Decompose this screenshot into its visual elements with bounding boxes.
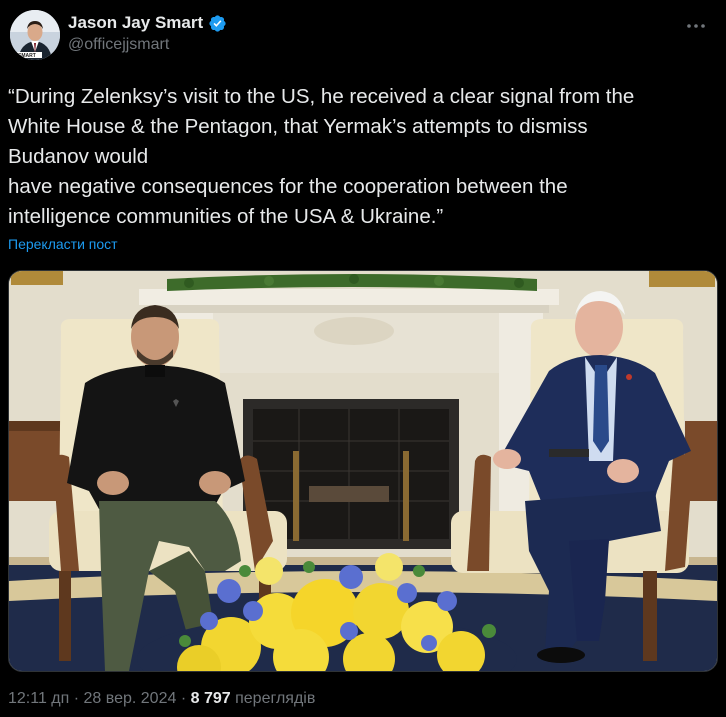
- tweet-photo[interactable]: [8, 270, 718, 672]
- views-count: 8 797: [190, 690, 231, 707]
- avatar-caption: SMART: [18, 53, 36, 59]
- meta-separator: ·: [73, 690, 80, 707]
- display-name[interactable]: Jason Jay Smart: [68, 13, 203, 33]
- author-names: Jason Jay Smart @officejjsmart: [68, 13, 227, 54]
- avatar[interactable]: SMART: [10, 10, 60, 60]
- oval-office-photo: [9, 271, 717, 671]
- more-dots-icon[interactable]: [684, 16, 708, 36]
- translate-link[interactable]: Перекласти пост: [8, 236, 118, 252]
- tweet-time[interactable]: 12:11 дп: [8, 690, 69, 707]
- tweet-meta: 12:11 дп · 28 вер. 2024 · 8 797 перегляд…: [8, 690, 315, 708]
- views-label: переглядів: [235, 690, 316, 707]
- tweet-date[interactable]: 28 вер. 2024: [84, 690, 177, 707]
- handle[interactable]: @officejjsmart: [68, 36, 227, 54]
- tweet-header: SMART Jason Jay Smart @officejjsmart: [10, 10, 716, 66]
- meta-separator: ·: [180, 690, 187, 707]
- verified-badge-icon: [209, 14, 226, 32]
- tweet-text: “During Zelenksy’s visit to the US, he r…: [8, 85, 635, 228]
